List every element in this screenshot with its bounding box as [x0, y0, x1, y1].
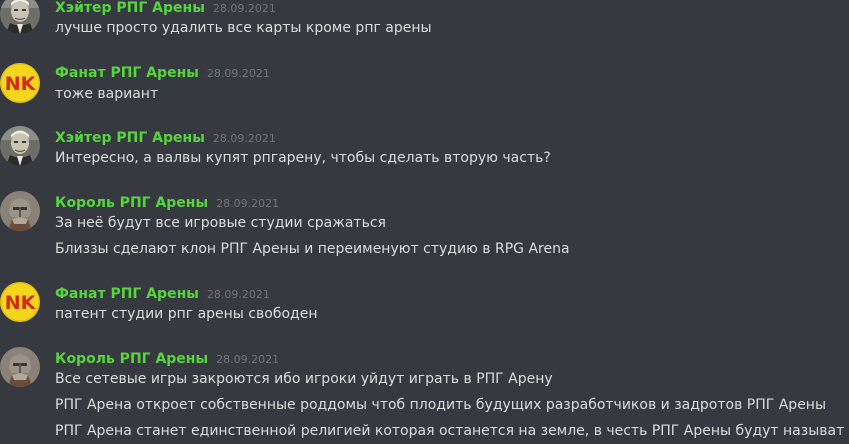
message-timestamp[interactable]: 28.09.2021 [216, 353, 279, 366]
message-text: Близзы сделают клон РПГ Арены и переимен… [55, 241, 570, 257]
nk-logo-text: NK [5, 73, 37, 95]
message-text: РПГ Арена станет единственной религией к… [55, 423, 845, 439]
message-header: Фанат РПГ Арены 28.09.2021 [55, 283, 270, 302]
author-name[interactable]: Фанат РПГ Арены [55, 286, 199, 302]
message-text: Интересно, а валвы купят рпгарену, чтобы… [55, 150, 551, 166]
author-name[interactable]: Фанат РПГ Арены [55, 65, 199, 81]
message-text: лучше просто удалить все карты кроме рпг… [55, 20, 432, 36]
helmet-warrior-avatar[interactable] [0, 191, 40, 231]
author-name[interactable]: Хэйтер РПГ Арены [55, 0, 205, 16]
message-header: Хэйтер РПГ Арены 28.09.2021 [55, 0, 276, 16]
helmet-warrior-avatar[interactable] [0, 347, 40, 387]
message-text: За неё будут все игровые студии сражатьс… [55, 215, 386, 231]
author-name[interactable]: Хэйтер РПГ Арены [55, 130, 205, 146]
nk-logo-avatar[interactable]: NK [0, 282, 40, 322]
message-text: РПГ Арена откроет собственные роддомы чт… [55, 397, 827, 413]
nk-logo-avatar[interactable]: NK [0, 63, 40, 103]
message-text: патент студии рпг арены свободен [55, 306, 318, 322]
message-timestamp[interactable]: 28.09.2021 [213, 132, 276, 145]
message-header: Фанат РПГ Арены 28.09.2021 [55, 62, 270, 81]
message-text: Все сетевые игры закроются ибо игроки уй… [55, 371, 553, 387]
message-text: тоже вариант [55, 86, 159, 102]
author-name[interactable]: Король РПГ Арены [55, 351, 208, 367]
message-timestamp[interactable]: 28.09.2021 [216, 197, 279, 210]
message-header: Король РПГ Арены 28.09.2021 [55, 348, 279, 367]
message-timestamp[interactable]: 28.09.2021 [207, 67, 270, 80]
message-header: Хэйтер РПГ Арены 28.09.2021 [55, 127, 276, 146]
author-name[interactable]: Король РПГ Арены [55, 195, 208, 211]
old-man-avatar[interactable] [0, 0, 40, 34]
message-timestamp[interactable]: 28.09.2021 [207, 288, 270, 301]
nk-logo-text: NK [5, 292, 37, 314]
message-timestamp[interactable]: 28.09.2021 [213, 2, 276, 15]
chat-message-list: Хэйтер РПГ Арены 28.09.2021 лучше просто … [0, 0, 849, 444]
message-header: Король РПГ Арены 28.09.2021 [55, 192, 279, 211]
old-man-avatar[interactable] [0, 126, 40, 166]
